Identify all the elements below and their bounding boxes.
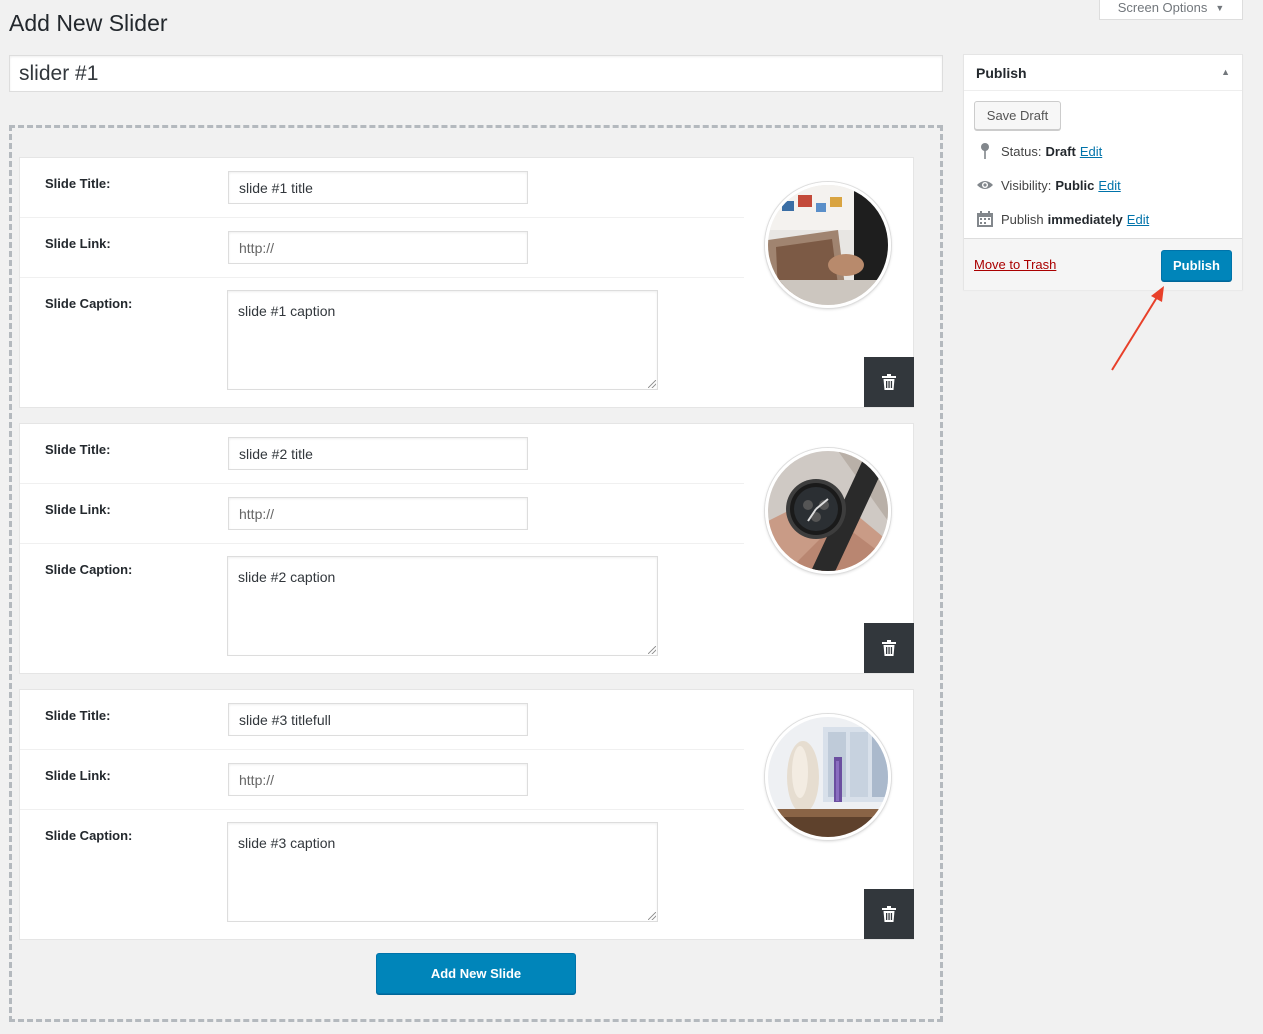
slide-card: Slide Title: slide #2 title Slide Link: …	[19, 423, 914, 674]
trash-icon	[882, 906, 896, 922]
slide-title-label: Slide Title:	[45, 708, 111, 723]
slide-caption-textarea[interactable]: slide #2 caption	[227, 556, 658, 656]
visibility-value: Public	[1055, 177, 1095, 193]
slide-title-row: Slide Title: slide #3 titlefull	[20, 690, 744, 750]
eye-icon	[976, 177, 994, 193]
status-row: Status: Draft Edit	[976, 143, 1102, 159]
trash-icon	[882, 374, 896, 390]
resize-grip-icon[interactable]	[648, 646, 656, 654]
slide-caption-row: Slide Caption: slide #1 caption	[20, 278, 744, 409]
slide-link-row: Slide Link: http://	[20, 750, 744, 810]
slide-link-row: Slide Link: http://	[20, 218, 744, 278]
publish-actions: Move to Trash Publish	[964, 238, 1242, 290]
caret-down-icon: ▼	[1215, 2, 1225, 13]
slide-link-label: Slide Link:	[45, 768, 111, 783]
save-draft-button[interactable]: Save Draft	[974, 101, 1061, 130]
post-title-input[interactable]: slider #1	[9, 55, 943, 92]
slide-link-label: Slide Link:	[45, 236, 111, 251]
visibility-label: Visibility:	[1001, 177, 1052, 193]
schedule-label: Publish	[1001, 211, 1044, 227]
slide-title-input[interactable]: slide #2 title	[228, 437, 528, 470]
edit-schedule-link[interactable]: Edit	[1127, 212, 1149, 227]
slide-caption-textarea[interactable]: slide #3 caption	[227, 822, 658, 922]
slide-caption-label: Slide Caption:	[45, 296, 133, 311]
vase-window-image[interactable]	[765, 714, 891, 840]
desk-photos-image[interactable]	[765, 182, 891, 308]
page-title: Add New Slider	[9, 10, 168, 36]
slide-title-input[interactable]: slide #1 title	[228, 171, 528, 204]
delete-slide-button[interactable]	[864, 623, 914, 673]
pin-icon	[976, 143, 994, 159]
add-new-slide-button[interactable]: Add New Slide	[376, 953, 576, 994]
slide-link-input[interactable]: http://	[228, 763, 528, 796]
slide-caption-textarea[interactable]: slide #1 caption	[227, 290, 658, 390]
schedule-row: Publish immediately Edit	[976, 211, 1149, 227]
delete-slide-button[interactable]	[864, 357, 914, 407]
slide-caption-row: Slide Caption: slide #3 caption	[20, 810, 744, 941]
status-value: Draft	[1045, 143, 1076, 159]
wristwatch-image[interactable]	[765, 448, 891, 574]
slide-caption-text: slide #3 caption	[238, 835, 336, 851]
slide-title-input[interactable]: slide #3 titlefull	[228, 703, 528, 736]
annotation-arrow-icon	[1111, 286, 1164, 371]
schedule-value: immediately	[1047, 211, 1123, 227]
slide-title-row: Slide Title: slide #2 title	[20, 424, 744, 484]
slide-card: Slide Title: slide #1 title Slide Link: …	[19, 157, 914, 408]
collapse-toggle-icon[interactable]: ▲	[1221, 67, 1230, 77]
publish-heading: Publish	[976, 65, 1027, 81]
slide-caption-label: Slide Caption:	[45, 828, 133, 843]
resize-grip-icon[interactable]	[648, 380, 656, 388]
publish-metabox-header: Publish ▲	[964, 55, 1242, 91]
trash-icon	[882, 640, 896, 656]
edit-visibility-link[interactable]: Edit	[1098, 178, 1120, 193]
calendar-icon	[976, 211, 994, 227]
slide-link-label: Slide Link:	[45, 502, 111, 517]
status-label: Status:	[1001, 143, 1042, 159]
slide-title-row: Slide Title: slide #1 title	[20, 158, 744, 218]
delete-slide-button[interactable]	[864, 889, 914, 939]
slide-caption-label: Slide Caption:	[45, 562, 133, 577]
visibility-row: Visibility: Public Edit	[976, 177, 1121, 193]
slide-title-label: Slide Title:	[45, 176, 111, 191]
slide-title-label: Slide Title:	[45, 442, 111, 457]
screen-options-button[interactable]: Screen Options ▼	[1099, 0, 1243, 20]
move-to-trash-link[interactable]: Move to Trash	[974, 257, 1056, 272]
slide-link-input[interactable]: http://	[228, 497, 528, 530]
edit-status-link[interactable]: Edit	[1080, 144, 1102, 159]
slide-caption-text: slide #2 caption	[238, 569, 336, 585]
resize-grip-icon[interactable]	[648, 912, 656, 920]
slide-caption-row: Slide Caption: slide #2 caption	[20, 544, 744, 675]
screen-options-label: Screen Options	[1117, 0, 1208, 15]
slide-caption-text: slide #1 caption	[238, 303, 336, 319]
slide-link-input[interactable]: http://	[228, 231, 528, 264]
slide-card: Slide Title: slide #3 titlefull Slide Li…	[19, 689, 914, 940]
publish-button[interactable]: Publish	[1161, 250, 1232, 281]
slide-link-row: Slide Link: http://	[20, 484, 744, 544]
publish-metabox: Publish ▲ Save Draft Status: Draft Edit …	[963, 54, 1243, 290]
